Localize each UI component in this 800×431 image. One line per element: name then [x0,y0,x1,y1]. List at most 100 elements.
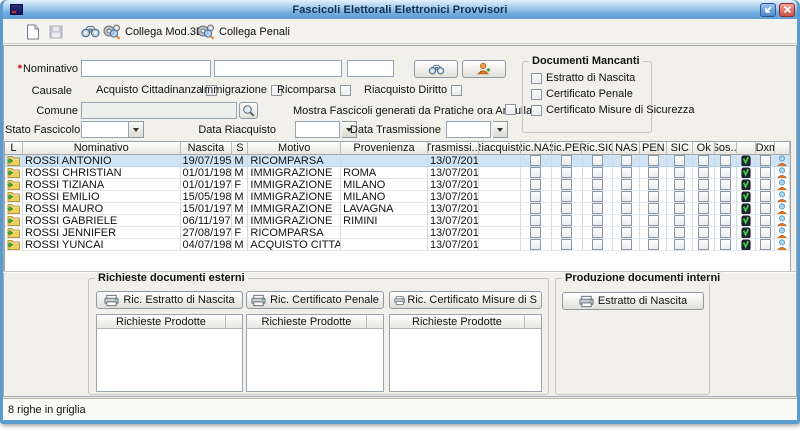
checkbox-riacquisto-diritto[interactable] [451,85,462,96]
stato-fascicolo-dropdown-button[interactable] [129,121,144,138]
table-row[interactable]: ROSSI JENNIFER27/08/1978FRICOMPARSA13/07… [5,227,790,239]
checkbox-ric_sic[interactable] [592,239,603,250]
collega-penali-button[interactable]: Collega Penali [193,22,293,41]
checkbox-ok[interactable] [698,215,709,226]
person-icon[interactable] [776,215,788,227]
column-header-motivo[interactable]: Motivo [248,142,341,155]
checkbox-ric_nas[interactable] [530,191,541,202]
new-record-button[interactable] [23,22,43,41]
checkbox-sos[interactable] [720,203,731,214]
checkbox-ric_pen[interactable] [561,191,572,202]
data-trasmissione-input[interactable] [446,121,491,138]
nominativo-name-input[interactable] [214,60,342,77]
data-trasmissione-dropdown-button[interactable] [493,121,508,138]
person-icon[interactable] [776,179,788,191]
checkbox-mostra-annullate[interactable] [505,104,516,115]
column-header-pen[interactable]: PEN [640,142,667,155]
checkbox-pen[interactable] [648,191,659,202]
checkbox-nas[interactable] [621,179,632,190]
checkbox-pen[interactable] [648,155,659,166]
column-header-icon[interactable] [737,142,756,155]
checkbox-ok[interactable] [698,239,709,250]
richieste-prodotte-list-2[interactable]: Richieste Prodotte [246,314,384,392]
table-row[interactable]: ROSSI GABRIELE06/11/1973MIMMIGRAZIONERIM… [5,215,790,227]
ric-certificato-misure-button[interactable]: Ric. Certificato Misure di Sicurezza [389,291,542,309]
checkbox-ric_pen[interactable] [561,203,572,214]
checkbox-pen[interactable] [648,179,659,190]
checkbox-ok[interactable] [698,227,709,238]
table-row[interactable]: ROSSI MAURO15/01/1975MIMMIGRAZIONELAVAGN… [5,203,790,215]
checkbox-ric_nas[interactable] [530,227,541,238]
column-header-ok[interactable]: Ok [693,142,715,155]
checkbox-sic[interactable] [674,215,685,226]
search-nominativo-button[interactable] [414,60,458,78]
checkbox-ric_nas[interactable] [530,215,541,226]
person-icon[interactable] [776,191,788,203]
column-header-trasmissi-[interactable]: Trasmissi... [428,142,479,155]
column-header-ric-nas[interactable]: Ric.NAS [521,142,552,155]
column-header-ric-sic[interactable]: Ric.SIC [582,142,613,155]
checkbox-dxml[interactable] [760,227,771,238]
table-row[interactable]: ROSSI ANTONIO19/07/1958MRICOMPARSA13/07/… [5,155,790,167]
person-icon[interactable] [776,155,788,167]
checkbox-ric_nas[interactable] [530,239,541,250]
folder-link-icon[interactable] [7,227,20,238]
richieste-prodotte-list-3[interactable]: Richieste Prodotte [389,314,542,392]
checkbox-ric_sic[interactable] [592,167,603,178]
person-icon[interactable] [776,227,788,239]
checkbox-ric_pen[interactable] [561,227,572,238]
checkbox-ric_nas[interactable] [530,167,541,178]
comune-input[interactable] [81,102,237,119]
checkbox-pen[interactable] [648,227,659,238]
checkbox-ok[interactable] [698,179,709,190]
checkbox-nas[interactable] [621,239,632,250]
checkbox-nas[interactable] [621,203,632,214]
folder-link-icon[interactable] [7,191,20,202]
checkbox-nas[interactable] [621,191,632,202]
checkbox-dxml[interactable] [760,215,771,226]
richieste-prodotte-list-1[interactable]: Richieste Prodotte [96,314,243,392]
checkbox-ric_sic[interactable] [592,179,603,190]
save-button[interactable] [46,22,66,41]
checkbox-pen[interactable] [648,167,659,178]
column-header-nas[interactable]: NAS [613,142,640,155]
checkbox-sic[interactable] [674,239,685,250]
title-bar[interactable]: Fascicoli Elettorali Elettronici Provvis… [3,0,797,19]
checkbox-sic[interactable] [674,167,685,178]
checkbox-ric_sic[interactable] [592,155,603,166]
checkbox-sos[interactable] [720,239,731,250]
column-header-ric-pen[interactable]: Ric.PEN [552,142,583,155]
checkbox-nas[interactable] [621,155,632,166]
checkbox-sic[interactable] [674,179,685,190]
checkbox-sic[interactable] [674,227,685,238]
ric-estratto-nascita-button[interactable]: Ric. Estratto di Nascita [96,291,243,309]
checkbox-certificato-misure-sicurezza[interactable] [531,105,542,116]
checkbox-dxml[interactable] [760,239,771,250]
person-icon[interactable] [776,203,788,215]
checkbox-estratto-di-nascita[interactable] [531,73,542,84]
checkbox-ric_pen[interactable] [561,179,572,190]
person-icon[interactable] [776,239,788,251]
checkbox-pen[interactable] [648,203,659,214]
folder-link-icon[interactable] [7,239,20,250]
checkbox-nas[interactable] [621,167,632,178]
checkbox-ric_pen[interactable] [561,167,572,178]
column-header-s[interactable]: S [232,142,248,155]
checkbox-dxml[interactable] [760,179,771,190]
checkbox-ric_sic[interactable] [592,215,603,226]
checkbox-dxml[interactable] [760,203,771,214]
column-header-sos-[interactable]: Sos... [715,142,737,155]
checkbox-ric_sic[interactable] [592,203,603,214]
checkbox-ric_sic[interactable] [592,191,603,202]
folder-link-icon[interactable] [7,203,20,214]
stato-fascicolo-input[interactable] [81,121,129,138]
checkbox-ok[interactable] [698,203,709,214]
checkbox-sos[interactable] [720,191,731,202]
checkbox-ric_nas[interactable] [530,179,541,190]
checkbox-nas[interactable] [621,227,632,238]
select-person-button[interactable] [462,60,506,78]
person-icon[interactable] [776,167,788,179]
checkbox-ric_pen[interactable] [561,239,572,250]
checkbox-ok[interactable] [698,191,709,202]
table-row[interactable]: ROSSI TIZIANA01/01/1975FIMMIGRAZIONEMILA… [5,179,790,191]
